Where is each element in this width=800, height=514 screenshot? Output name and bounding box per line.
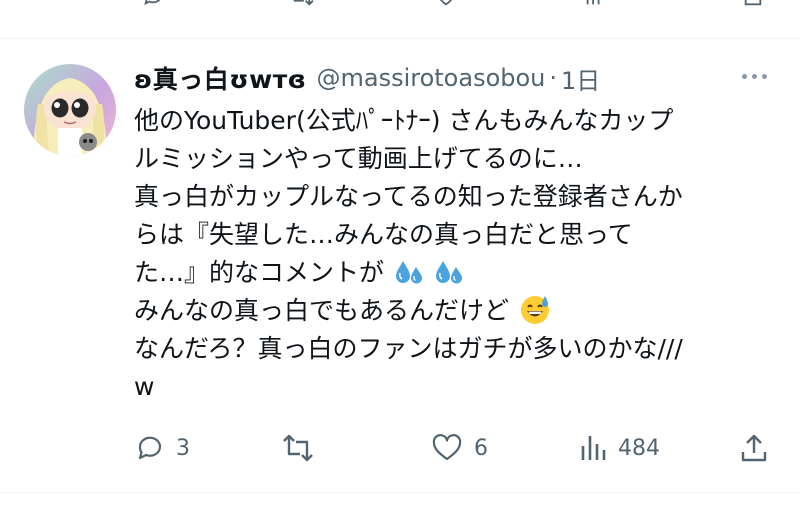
tweet-header: ʚ真っ白ʊᴡᴛɞ @massirotoasobou · 1日 (134, 58, 774, 98)
views-icon (581, 436, 606, 460)
previous-tweet-action-bar (0, 0, 800, 10)
tweet-line-text: た…』的なコメントが (134, 258, 385, 287)
prev-retweet-icon[interactable] (286, 0, 318, 13)
view-count: 484 (618, 435, 660, 461)
reply-button[interactable]: 3 (134, 428, 190, 468)
share-button[interactable] (738, 428, 770, 468)
tweet-timestamp[interactable]: 1日 (561, 61, 600, 96)
top-divider (0, 38, 800, 39)
share-icon (741, 434, 767, 462)
retweet-button[interactable] (280, 428, 326, 468)
avatar-illustration (33, 78, 107, 156)
more-icon[interactable] (734, 62, 774, 90)
prev-share-icon[interactable] (740, 0, 766, 13)
prev-reply-icon[interactable] (140, 0, 166, 13)
tweet-line: なんだろ？真っ白のファンはガチが多いのかな/// (134, 334, 683, 363)
tweet-line-with-emoji: みんなの真っ白でもあるんだけど (134, 292, 784, 330)
retweet-icon (283, 434, 313, 462)
prev-views-icon[interactable] (582, 0, 606, 13)
avatar[interactable] (24, 64, 116, 156)
reply-count: 3 (176, 435, 190, 461)
tweet-action-bar: 3 6 484 (134, 428, 784, 468)
like-icon (432, 434, 462, 461)
tweet-line-with-emoji: た…』的なコメントが (134, 254, 784, 292)
reply-icon (138, 436, 162, 460)
header-separator: · (549, 64, 558, 92)
like-button[interactable]: 6 (430, 428, 488, 468)
tweet-line: 真っ白がカップルなってるの知った登録者さんか (134, 182, 683, 211)
tweet-line: 他のYouTuber(公式ﾊﾟｰﾄﾅｰ) さんもみんなカップ (134, 106, 674, 135)
like-count: 6 (474, 435, 488, 461)
tweet-text: 他のYouTuber(公式ﾊﾟｰﾄﾅｰ) さんもみんなカップ ルミッションやって… (134, 102, 784, 406)
bottom-divider (0, 492, 800, 493)
tweet-line: らは『失望した…みんなの真っ白だと思って (134, 220, 633, 249)
tweet-line: ルミッションやって動画上げてるのに… (134, 144, 583, 173)
prev-like-icon[interactable] (432, 0, 460, 13)
views-button[interactable]: 484 (578, 428, 660, 468)
user-handle[interactable]: @massirotoasobou (316, 64, 545, 92)
display-name[interactable]: ʚ真っ白ʊᴡᴛɞ (134, 60, 306, 96)
tweet-line: w (134, 372, 155, 401)
tweet-line-text: みんなの真っ白でもあるんだけど (134, 296, 510, 325)
